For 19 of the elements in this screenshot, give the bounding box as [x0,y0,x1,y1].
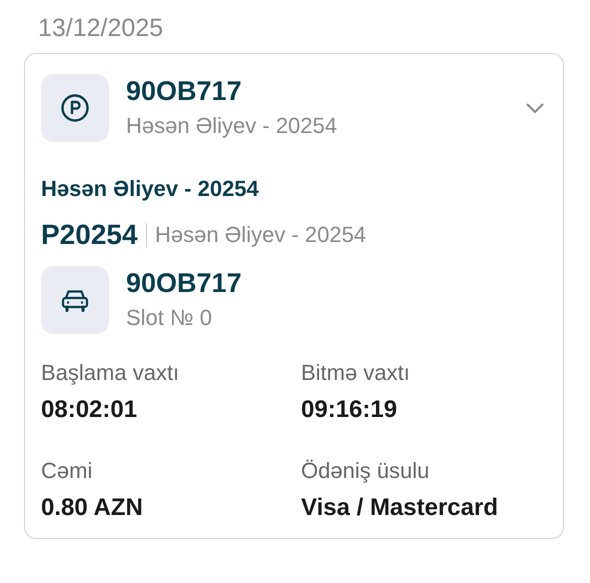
detail-value: 08:02:01 [41,395,138,425]
chevron-icon[interactable] [525,102,545,114]
detail-label: Ödəniş üsulu [301,457,430,485]
parking-icon [41,74,109,142]
parking-name: Həsən Əliyev - 20254 [155,222,366,248]
plate-number: 90OB717 [126,267,243,299]
detail-label: Cəmi [41,457,94,485]
detail-label: Bitmə vaxtı [301,359,411,387]
detail-value: Visa / Mastercard [301,493,500,523]
car-icon [41,266,109,334]
plate-number: 90OB717 [126,75,243,107]
detail-value: 0.80 AZN [41,493,144,523]
owner-name: Həsən Əliyev - 20254 [126,112,338,140]
detail-value: 09:16:19 [301,395,398,425]
parking-code: P20254 [41,218,138,252]
detail-label: Başlama vaxtı [41,359,180,387]
date-heading: 13/12/2025 [37,13,164,43]
slot-number: Slot № 0 [126,304,213,332]
customer-name: Həsən Əliyev - 20254 [41,175,260,203]
